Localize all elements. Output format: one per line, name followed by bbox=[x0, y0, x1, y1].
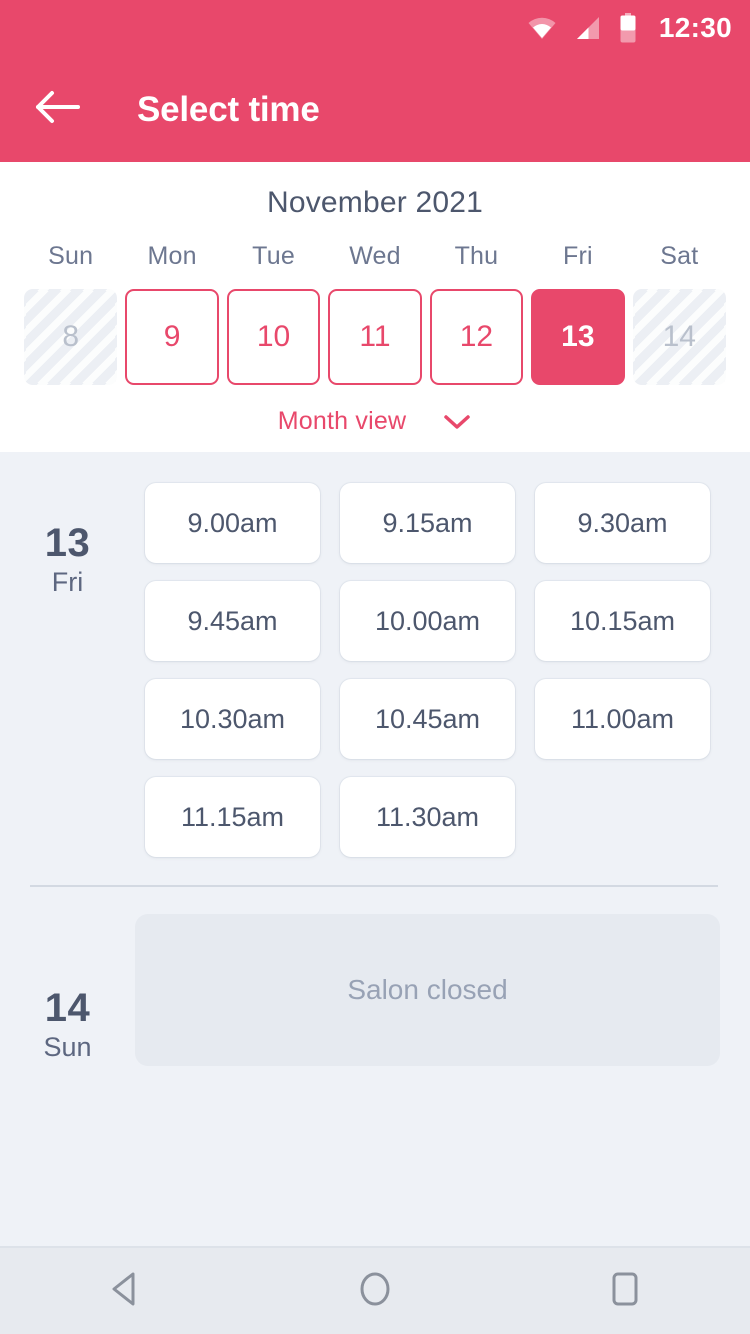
schedule-day-number: 13 bbox=[44, 521, 91, 565]
wifi-icon bbox=[527, 15, 557, 41]
time-slot-button[interactable]: 10.45am bbox=[340, 679, 515, 759]
time-slot-cell: 11.00am bbox=[525, 670, 720, 768]
chevron-down-icon bbox=[442, 413, 472, 431]
time-slot-button[interactable]: 9.45am bbox=[145, 581, 320, 661]
page-title: Select time bbox=[137, 89, 320, 129]
time-slot-cell: 10.30am bbox=[135, 670, 330, 768]
back-triangle-icon bbox=[107, 1270, 143, 1313]
time-slot-cell: 10.15am bbox=[525, 572, 720, 670]
schedule-day-label: 14 Sun bbox=[0, 905, 135, 1075]
calendar-day-cell: 8 bbox=[24, 289, 118, 385]
calendar-month-title: November 2021 bbox=[266, 186, 484, 219]
calendar-weekday: Wed bbox=[349, 242, 401, 270]
calendar-day-cell[interactable]: 9 bbox=[125, 289, 219, 385]
schedule-day-weekday: Fri bbox=[51, 567, 84, 597]
time-slot-button[interactable]: 10.00am bbox=[340, 581, 515, 661]
calendar-weekday: Sun bbox=[48, 242, 94, 270]
schedule-day-weekday: Sun bbox=[43, 1032, 92, 1062]
time-slot-cell: 9.00am bbox=[135, 474, 330, 572]
app-bar: Select time bbox=[0, 56, 750, 162]
nav-recents-button[interactable] bbox=[565, 1247, 685, 1334]
time-slot-button[interactable]: 11.00am bbox=[535, 679, 710, 759]
home-circle-icon bbox=[356, 1269, 394, 1314]
time-slot-cell: 9.15am bbox=[330, 474, 525, 572]
nav-home-button[interactable] bbox=[315, 1247, 435, 1334]
calendar-weekday: Fri bbox=[562, 242, 593, 270]
time-slot-button[interactable]: 9.00am bbox=[145, 483, 320, 563]
month-view-toggle[interactable]: Month view bbox=[0, 407, 750, 436]
time-slot-cell: 10.45am bbox=[330, 670, 525, 768]
schedule-day-group: 14 Sun Salon closed bbox=[0, 887, 750, 1075]
time-slot-button[interactable]: 11.15am bbox=[145, 777, 320, 857]
calendar-weekday-row: Sun Mon Tue Wed Thu Fri Sat bbox=[0, 242, 750, 271]
nav-back-button[interactable] bbox=[65, 1247, 185, 1334]
back-arrow-icon bbox=[35, 90, 81, 129]
calendar-weekday: Thu bbox=[454, 242, 499, 270]
schedule-list: 13 Fri 9.00am 9.15am 9.30am 9.45am 10.00… bbox=[0, 452, 750, 1246]
status-clock: 12:30 bbox=[658, 12, 732, 43]
recents-square-icon bbox=[608, 1270, 642, 1313]
battery-icon bbox=[619, 13, 637, 43]
time-slot-cell: 9.30am bbox=[525, 474, 720, 572]
calendar-day-cell[interactable]: 11 bbox=[328, 289, 422, 385]
time-slot-grid: 9.00am 9.15am 9.30am 9.45am 10.00am 10.1… bbox=[135, 474, 750, 866]
schedule-day-number: 14 bbox=[44, 986, 91, 1030]
time-slot-button[interactable]: 11.30am bbox=[340, 777, 515, 857]
app-screen: 12:30 Select time November 2021 Sun Mon … bbox=[0, 0, 750, 1334]
schedule-day-label: 13 Fri bbox=[0, 474, 135, 866]
time-slot-cell: 11.15am bbox=[135, 768, 330, 866]
android-nav-bar bbox=[0, 1246, 750, 1334]
time-slot-button[interactable]: 9.30am bbox=[535, 483, 710, 563]
time-slot-cell: 9.45am bbox=[135, 572, 330, 670]
month-view-label: Month view bbox=[277, 407, 407, 435]
calendar-day-cell[interactable]: 12 bbox=[429, 289, 524, 385]
calendar-day-cell[interactable]: 10 bbox=[226, 289, 321, 385]
calendar-day-cell-selected[interactable]: 13 bbox=[531, 289, 625, 385]
signal-icon bbox=[574, 14, 602, 42]
time-slot-button[interactable]: 10.30am bbox=[145, 679, 320, 759]
time-slot-button[interactable]: 9.15am bbox=[340, 483, 515, 563]
time-slot-cell: 11.30am bbox=[330, 768, 525, 866]
calendar-weekday: Mon bbox=[147, 242, 197, 270]
back-button[interactable] bbox=[30, 81, 86, 137]
status-bar: 12:30 bbox=[0, 0, 750, 56]
time-slot-button[interactable]: 10.15am bbox=[535, 581, 710, 661]
calendar-weekday: Tue bbox=[252, 242, 295, 270]
schedule-day-group: 13 Fri 9.00am 9.15am 9.30am 9.45am 10.00… bbox=[0, 452, 750, 866]
calendar-day-cell: 14 bbox=[632, 289, 726, 385]
salon-closed-banner: Salon closed bbox=[135, 914, 720, 1066]
calendar-panel: November 2021 Sun Mon Tue Wed Thu Fri Sa… bbox=[0, 162, 750, 452]
status-icon-group: 12:30 bbox=[527, 13, 732, 43]
calendar-day-row: 8 9 10 11 12 13 14 bbox=[0, 289, 750, 385]
calendar-weekday: Sat bbox=[660, 242, 699, 270]
time-slot-cell: 10.00am bbox=[330, 572, 525, 670]
